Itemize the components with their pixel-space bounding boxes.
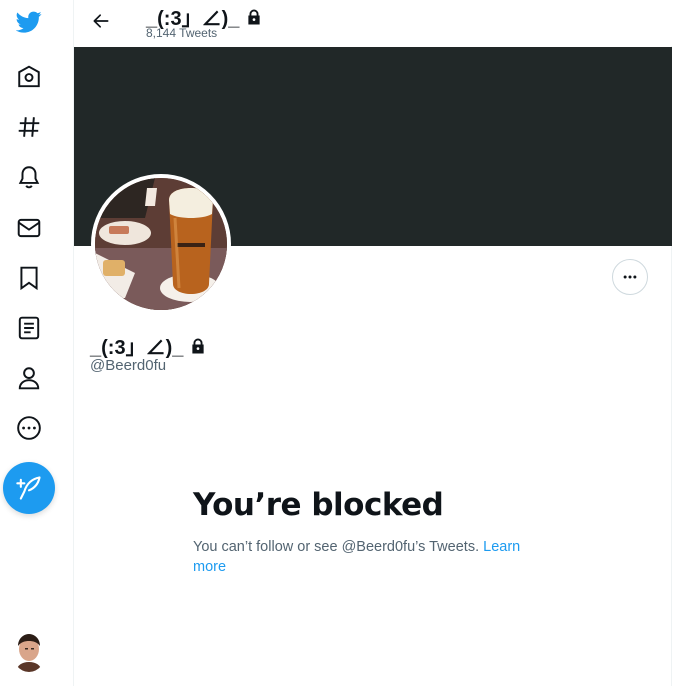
notifications-bell-icon <box>18 166 40 189</box>
profile-header-bar: _(:3」∠)_ 8,144 Tweets <box>74 0 672 46</box>
home-icon <box>18 65 40 88</box>
lock-icon <box>245 8 263 26</box>
profile-avatar[interactable] <box>91 174 231 314</box>
nav-more[interactable] <box>7 406 51 450</box>
messages-envelope-icon <box>17 218 41 238</box>
account-avatar[interactable] <box>12 632 46 672</box>
blocked-message-text: You can’t follow or see @Beerd0fu’s Twee… <box>193 539 484 555</box>
profile-more-button[interactable] <box>612 259 648 295</box>
profile-display-name: _(:3」∠)_ <box>90 331 207 360</box>
nav-home[interactable] <box>7 55 51 99</box>
back-arrow-icon <box>93 14 109 28</box>
explore-hashtag-icon <box>18 117 40 137</box>
profile-name-text: _(:3」∠)_ <box>90 337 184 359</box>
lock-icon <box>189 337 207 355</box>
blocked-notice: You’re blocked You can’t follow or see @… <box>193 487 553 577</box>
compose-feather-icon <box>16 476 41 500</box>
lists-icon <box>18 316 40 340</box>
twitter-bird-icon <box>16 11 42 33</box>
nav-lists[interactable] <box>7 306 51 350</box>
profile-handle: @Beerd0fu <box>90 357 167 374</box>
twitter-logo[interactable] <box>7 0 51 44</box>
profile-person-icon <box>18 367 40 390</box>
nav-explore[interactable] <box>7 105 51 149</box>
bookmark-icon <box>20 266 38 291</box>
compose-tweet-button[interactable] <box>3 462 55 514</box>
nav-bookmarks[interactable] <box>7 256 51 300</box>
more-horizontal-icon <box>623 275 637 279</box>
more-circle-icon <box>17 416 41 440</box>
back-button[interactable] <box>86 6 116 36</box>
nav-notifications[interactable] <box>7 155 51 199</box>
profile-main: _(:3」∠)_ 8,144 Tweets _(:3」∠)_ @Beerd0fu… <box>74 0 672 686</box>
blocked-title: You’re blocked <box>193 487 444 523</box>
blocked-message: You can’t follow or see @Beerd0fu’s Twee… <box>193 537 553 577</box>
nav-messages[interactable] <box>7 206 51 250</box>
nav-profile[interactable] <box>7 356 51 400</box>
tweet-count: 8,144 Tweets <box>146 26 218 40</box>
sidebar <box>0 0 74 686</box>
